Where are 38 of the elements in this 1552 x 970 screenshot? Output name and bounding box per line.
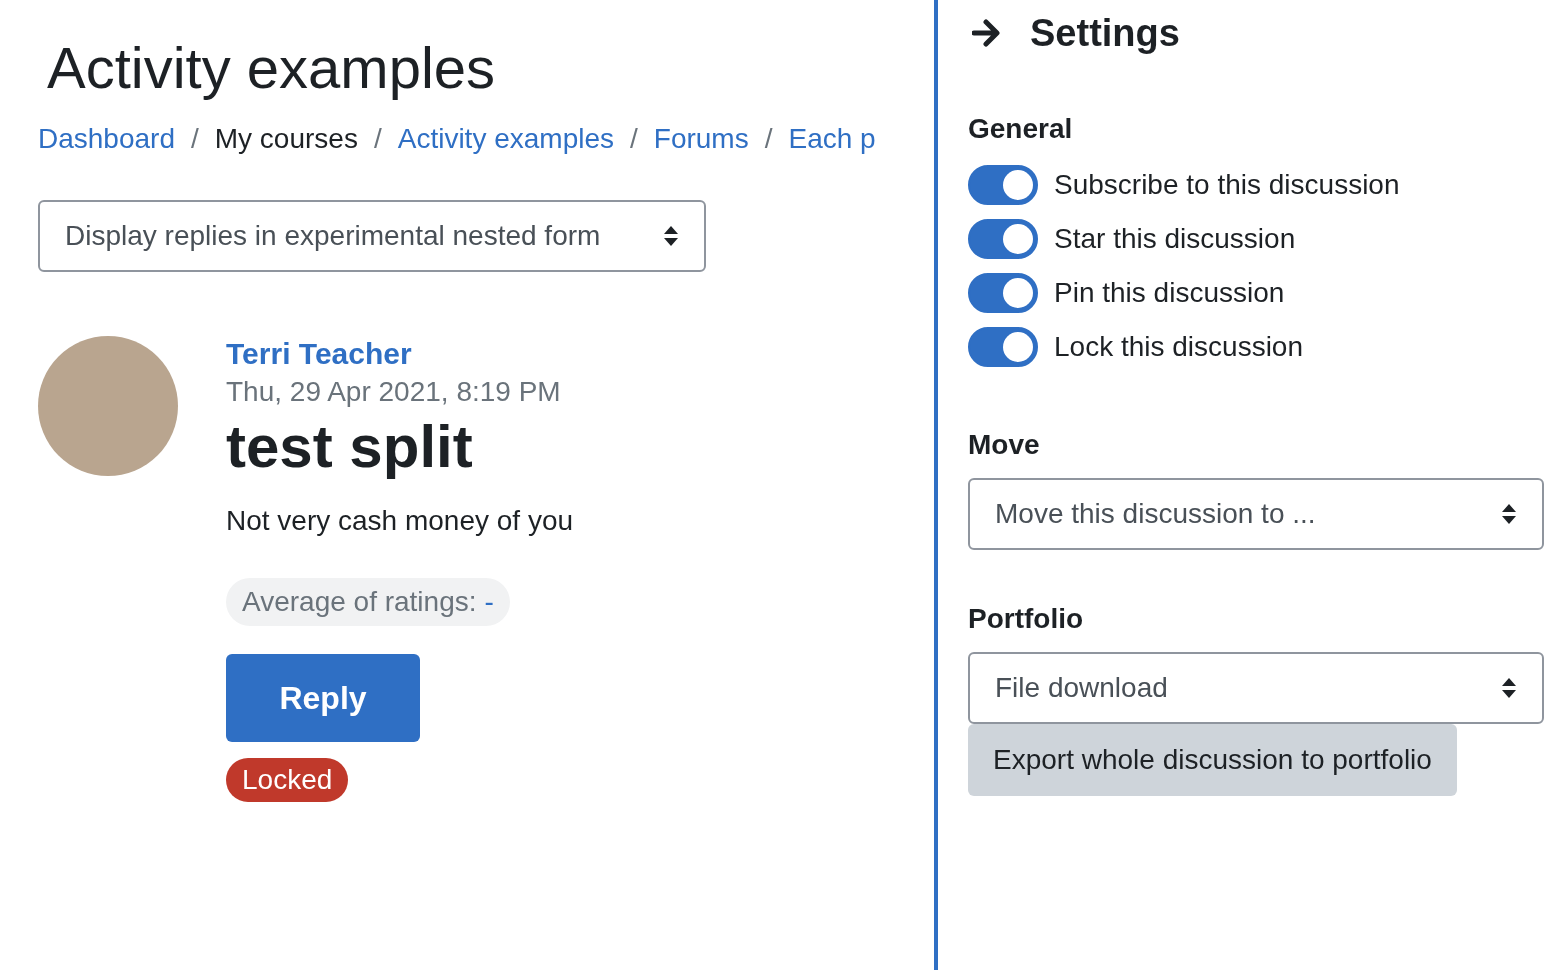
move-select[interactable]: Move this discussion to ...: [968, 478, 1544, 550]
section-heading: General: [968, 112, 1074, 146]
toggle-label: Lock this discussion: [1054, 330, 1303, 364]
toggle-switch[interactable]: [968, 165, 1038, 205]
breadcrumb-link[interactable]: Activity examples: [397, 118, 614, 160]
toggle-switch[interactable]: [968, 327, 1038, 367]
post-date: Thu, 29 Apr 2021, 8:19 PM: [226, 375, 561, 409]
reply-button[interactable]: Reply: [226, 654, 420, 742]
toggle-label: Star this discussion: [1054, 222, 1296, 256]
display-mode-select[interactable]: Display replies in experimental nested form: [38, 200, 706, 272]
section-heading: Move: [968, 428, 1041, 462]
portfolio-select[interactable]: File download: [968, 652, 1544, 724]
breadcrumb-separator: /: [764, 122, 773, 156]
author-link[interactable]: Terri Teacher: [226, 336, 412, 372]
toggle-label: Pin this discussion: [1054, 276, 1285, 310]
arrow-right-icon[interactable]: [972, 19, 1002, 47]
breadcrumb-separator: /: [373, 122, 382, 156]
breadcrumb-text: My courses: [214, 122, 358, 156]
post-body: Not very cash money of you: [226, 504, 574, 538]
toggle-label: Subscribe to this discussion: [1054, 168, 1400, 202]
breadcrumb-link[interactable]: Forums: [653, 118, 749, 160]
sort-caret-icon: [1501, 677, 1517, 699]
rating-label: Average of ratings:: [242, 585, 477, 619]
section-heading: Portfolio: [968, 602, 1085, 636]
breadcrumb-link[interactable]: Dashboard: [38, 118, 175, 160]
toggle-switch[interactable]: [968, 273, 1038, 313]
export-button[interactable]: Export whole discussion to portfolio: [968, 724, 1457, 796]
post-subject: test split: [226, 412, 473, 482]
breadcrumb-link[interactable]: Each p: [788, 118, 876, 160]
breadcrumb-separator: /: [191, 122, 199, 156]
breadcrumb-separator: /: [630, 122, 638, 156]
locked-badge: Locked: [226, 758, 349, 802]
drawer-title: Settings: [1030, 11, 1180, 56]
sort-caret-icon: [1501, 503, 1517, 525]
sort-caret-icon: [663, 225, 679, 247]
rating-value[interactable]: -: [484, 581, 494, 623]
page-title: Activity examples: [47, 34, 497, 102]
toggle-switch[interactable]: [968, 219, 1038, 259]
